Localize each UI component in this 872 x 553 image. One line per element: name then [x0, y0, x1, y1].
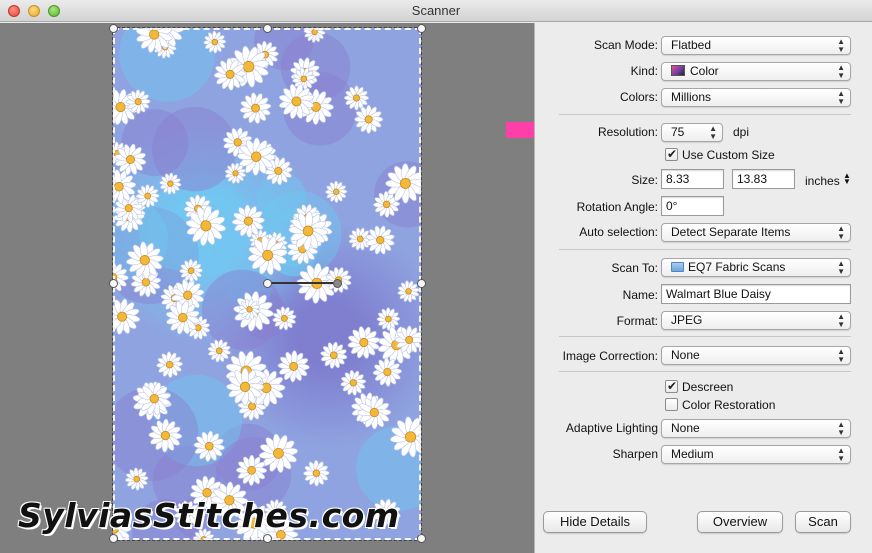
up-down-arrows-icon: ▲ ▼: [837, 311, 845, 329]
scan-mode-value: Flatbed: [671, 38, 712, 52]
separator: [559, 249, 851, 250]
checkbox-checked-icon[interactable]: [665, 146, 678, 162]
color-restoration-checkbox[interactable]: Color Restoration: [665, 397, 775, 413]
scan-settings-panel: Scan Mode: Flatbed ▲ ▼ Kind: Color ▲ ▼ Col…: [534, 23, 872, 553]
up-down-arrows-icon: ▲ ▼: [837, 223, 845, 241]
image-correction-label: Image Correction:: [562, 349, 658, 363]
selection-handle-bottom-left[interactable]: [109, 534, 118, 543]
sharpen-popup[interactable]: Medium ▲ ▼: [661, 445, 851, 464]
selection-handle-bottom[interactable]: [263, 534, 272, 543]
size-label: Size:: [631, 173, 658, 187]
colors-label: Colors:: [619, 90, 658, 104]
image-correction-value: None: [671, 348, 700, 362]
name-field[interactable]: Walmart Blue Daisy: [661, 284, 851, 304]
kind-value: Color: [690, 64, 719, 78]
name-label: Name:: [622, 288, 658, 302]
descreen-checkbox[interactable]: Descreen: [665, 378, 734, 395]
hide-details-button[interactable]: Hide Details: [543, 511, 647, 533]
up-down-arrows-icon: ▲ ▼: [837, 36, 845, 54]
format-label: Format:: [616, 314, 658, 328]
selection-handle-right[interactable]: [417, 279, 426, 288]
format-value: JPEG: [671, 313, 703, 327]
scan-preview-area[interactable]: [0, 23, 534, 553]
rotation-handle[interactable]: [333, 279, 342, 288]
up-down-arrows-icon: ▲ ▼: [843, 171, 851, 186]
size-unit-popup[interactable]: inches ▲ ▼: [805, 171, 851, 189]
zoom-window-button[interactable]: [48, 5, 60, 17]
up-down-arrows-icon: ▲ ▼: [837, 346, 845, 364]
kind-popup[interactable]: Color ▲ ▼: [661, 62, 851, 81]
resolution-combo[interactable]: 75 ▲ ▼: [661, 123, 723, 142]
selection-handle-bottom-right[interactable]: [417, 534, 426, 543]
title-bar: Scanner: [0, 0, 872, 22]
auto-selection-label: Auto selection:: [579, 225, 658, 239]
sharpen-label: Sharpen: [612, 447, 658, 461]
use-custom-size-checkbox[interactable]: Use Custom Size: [665, 146, 775, 163]
up-down-arrows-icon: ▲ ▼: [837, 445, 845, 463]
rotation-angle-field[interactable]: 0°: [661, 196, 724, 216]
rotation-center-handle[interactable]: [263, 279, 272, 288]
resolution-unit: dpi: [733, 125, 750, 139]
checkbox-unchecked-icon[interactable]: [665, 398, 678, 411]
selection-handle-top[interactable]: [263, 24, 272, 33]
up-down-arrows-icon: ▲ ▼: [837, 88, 845, 106]
window-title: Scanner: [411, 3, 461, 18]
scan-mode-label: Scan Mode:: [593, 38, 658, 52]
adaptive-lighting-label: Adaptive Lighting: [565, 421, 658, 435]
separator: [559, 371, 851, 372]
size-width-field[interactable]: 8.33: [661, 169, 724, 189]
colors-value: Millions: [671, 90, 712, 104]
up-down-arrows-icon: ▲ ▼: [837, 419, 845, 437]
adaptive-lighting-value: None: [671, 421, 700, 435]
scan-button[interactable]: Scan: [795, 511, 851, 533]
sharpen-value: Medium: [671, 447, 714, 461]
resolution-value: 75: [671, 125, 685, 139]
adaptive-lighting-popup[interactable]: None ▲ ▼: [661, 419, 851, 438]
close-window-button[interactable]: [8, 5, 20, 17]
watermark-text: SylviasStitches.com: [18, 496, 400, 535]
scan-to-popup[interactable]: EQ7 Fabric Scans ▲ ▼: [661, 258, 851, 277]
folder-icon: [671, 262, 684, 272]
up-down-arrows-icon: ▲ ▼: [837, 258, 845, 276]
rotation-line: [268, 282, 336, 284]
selection-handle-top-left[interactable]: [109, 24, 118, 33]
selection-handle-left[interactable]: [109, 279, 118, 288]
size-unit-value: inches: [805, 174, 840, 188]
format-popup[interactable]: JPEG ▲ ▼: [661, 311, 851, 330]
color-swatch-icon: [671, 65, 685, 76]
use-custom-size-label: Use Custom Size: [682, 148, 775, 162]
up-down-arrows-icon: ▲ ▼: [837, 62, 845, 80]
minimize-window-button[interactable]: [28, 5, 40, 17]
separator: [559, 336, 851, 337]
scan-to-value: EQ7 Fabric Scans: [688, 260, 786, 274]
kind-label: Kind:: [630, 64, 658, 78]
selection-handle-top-right[interactable]: [417, 24, 426, 33]
overview-button[interactable]: Overview: [697, 511, 783, 533]
auto-selection-value: Detect Separate Items: [671, 225, 791, 239]
separator: [559, 114, 851, 115]
checkbox-checked-icon[interactable]: [665, 378, 678, 394]
auto-selection-popup[interactable]: Detect Separate Items ▲ ▼: [661, 223, 851, 242]
color-restoration-label: Color Restoration: [682, 398, 776, 412]
size-height-field[interactable]: 13.83: [732, 169, 795, 189]
resolution-label: Resolution:: [597, 125, 658, 139]
rotation-angle-label: Rotation Angle:: [576, 200, 658, 214]
image-correction-popup[interactable]: None ▲ ▼: [661, 346, 851, 365]
scan-mode-popup[interactable]: Flatbed ▲ ▼: [661, 36, 851, 55]
colors-popup[interactable]: Millions ▲ ▼: [661, 88, 851, 107]
up-down-arrows-icon: ▲ ▼: [709, 123, 717, 141]
descreen-label: Descreen: [682, 380, 734, 394]
scan-to-label: Scan To:: [611, 261, 658, 275]
